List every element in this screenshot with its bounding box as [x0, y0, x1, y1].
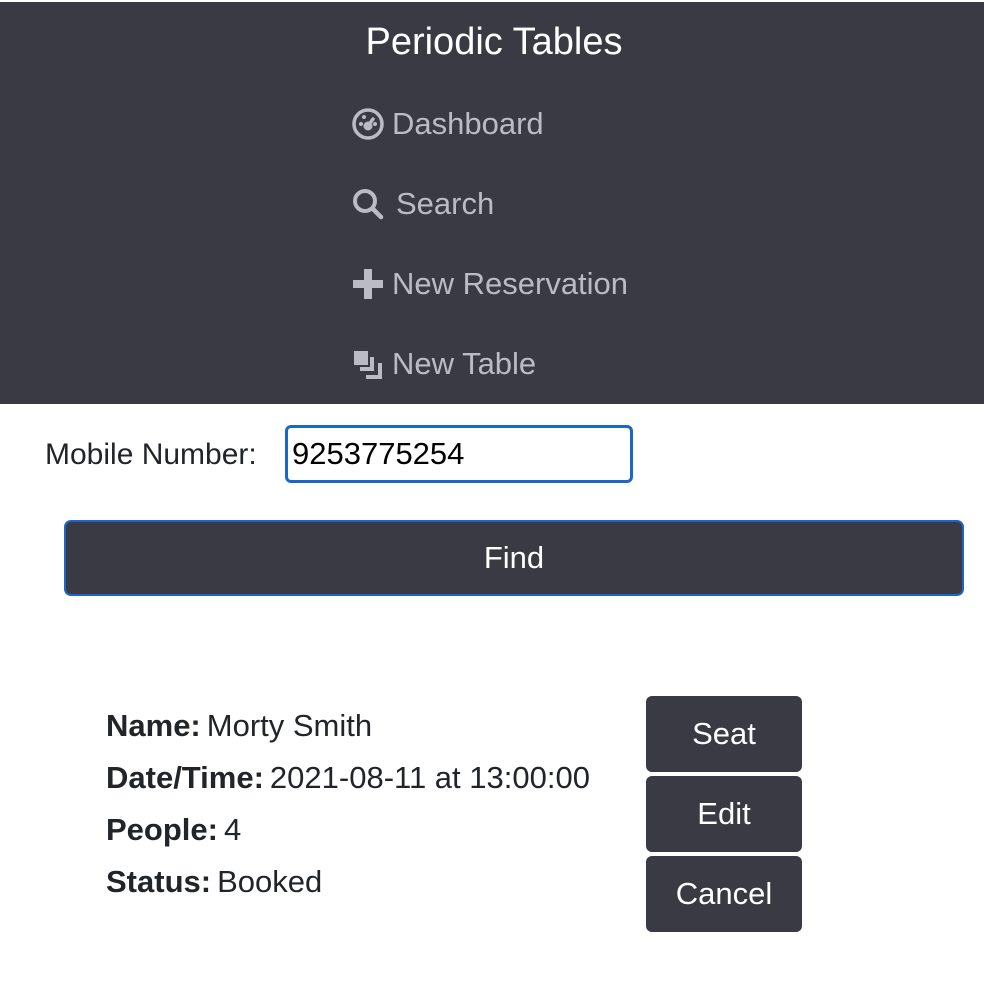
reservation-card: Name: Morty Smith Date/Time: 2021-08-11 at… — [106, 700, 590, 908]
dashboard-icon — [350, 106, 386, 142]
nav-label-new-table: New Table — [392, 346, 537, 381]
reservation-name-value: Morty Smith — [206, 708, 373, 743]
nav-item-new-reservation[interactable]: New Reservation — [350, 262, 628, 306]
nav-label-new-reservation: New Reservation — [392, 266, 629, 301]
cancel-button[interactable]: Cancel — [646, 856, 802, 932]
reservation-datetime-row: Date/Time: 2021-08-11 at 13:00:00 — [106, 752, 590, 804]
reservation-status-value: Booked — [217, 864, 323, 899]
seat-button[interactable]: Seat — [646, 696, 802, 772]
nav-item-dashboard[interactable]: Dashboard — [350, 102, 544, 146]
reservation-people-key: People: — [106, 812, 218, 847]
top-divider — [0, 0, 984, 2]
reservation-status-row: Status: Booked — [106, 856, 590, 908]
layers-icon — [350, 346, 386, 382]
edit-button[interactable]: Edit — [646, 776, 802, 852]
mobile-number-label: Mobile Number: — [45, 438, 257, 471]
nav-item-new-table[interactable]: New Table — [350, 342, 536, 386]
reservation-name-key: Name: — [106, 708, 201, 743]
nav-label-search: Search — [396, 186, 495, 221]
plus-icon — [350, 266, 386, 302]
top-navbar: Periodic Tables Dashboard Search New Res… — [0, 0, 984, 404]
find-button[interactable]: Find — [64, 520, 964, 596]
nav-item-search[interactable]: Search — [350, 182, 494, 226]
search-icon — [350, 186, 386, 222]
reservation-datetime-value: 2021-08-11 at 13:00:00 — [269, 760, 590, 795]
mobile-number-input[interactable] — [285, 425, 633, 483]
nav-label-dashboard: Dashboard — [392, 106, 544, 141]
brand-title[interactable]: Periodic Tables — [0, 18, 984, 66]
reservation-people-value: 4 — [223, 812, 242, 847]
reservation-name-row: Name: Morty Smith — [106, 700, 590, 752]
reservation-datetime-key: Date/Time: — [106, 760, 264, 795]
reservation-people-row: People: 4 — [106, 804, 590, 856]
reservation-status-key: Status: — [106, 864, 212, 899]
